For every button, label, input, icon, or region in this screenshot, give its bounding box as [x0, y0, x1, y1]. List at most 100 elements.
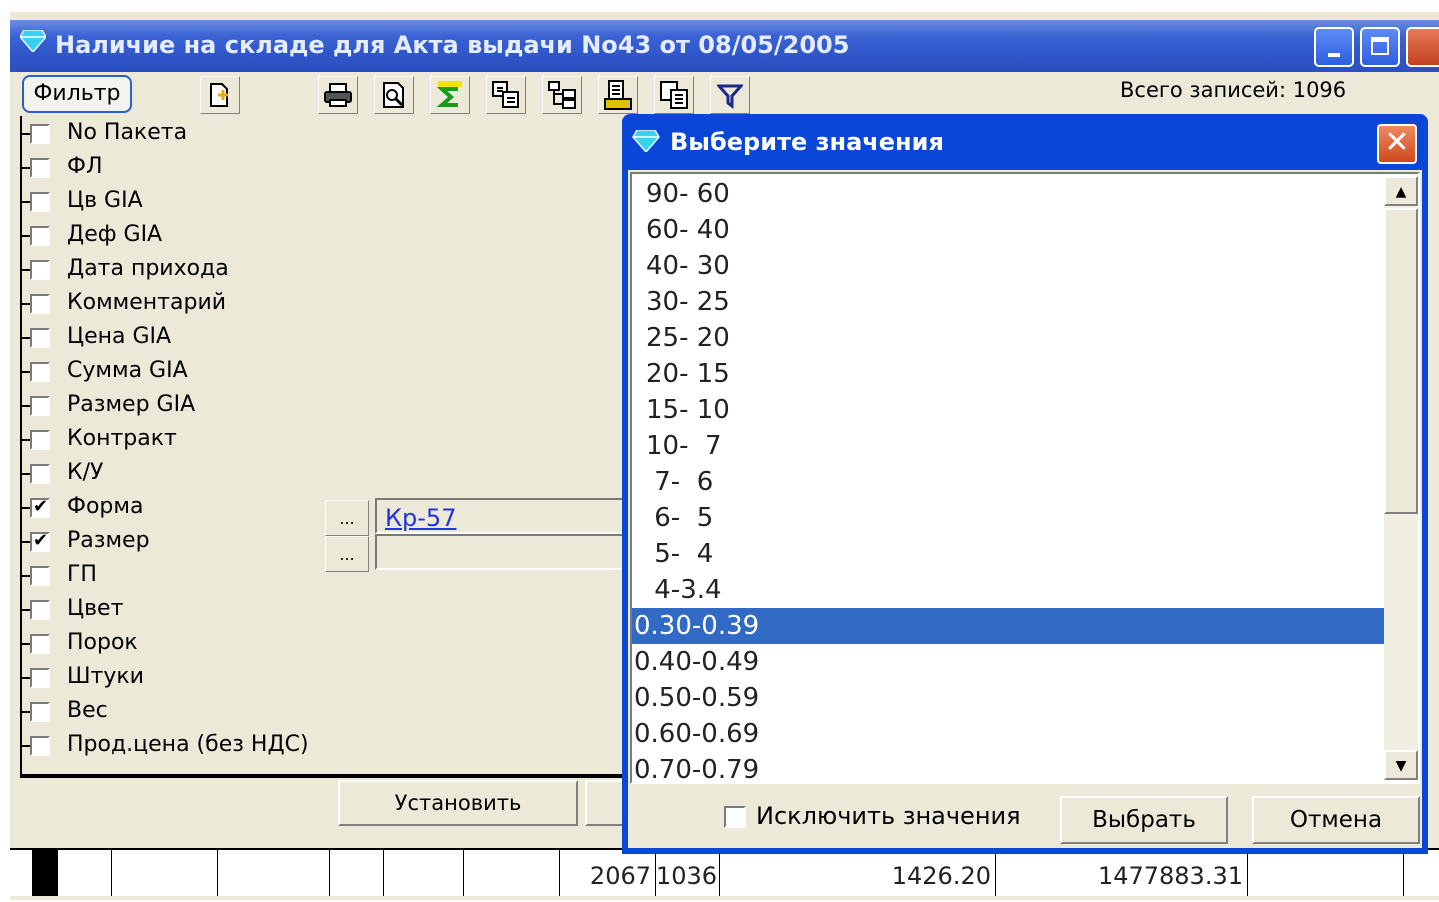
close-button[interactable]	[1406, 27, 1439, 67]
field-row[interactable]: Сумма GIA	[22, 354, 622, 388]
preview-icon[interactable]	[374, 76, 414, 114]
field-checkbox[interactable]	[30, 124, 50, 144]
list-item[interactable]: 90- 60	[632, 176, 1398, 212]
filter-funnel-icon[interactable]	[710, 76, 750, 114]
field-checkbox[interactable]	[30, 328, 50, 348]
field-label: Дата прихода	[67, 256, 229, 281]
field-checkbox[interactable]	[30, 158, 50, 178]
list-item[interactable]: 20- 15	[632, 356, 1398, 392]
field-row[interactable]: Деф GIA	[22, 218, 622, 252]
field-row[interactable]: К/У	[22, 456, 622, 490]
size-ellipsis-button[interactable]: ...	[325, 536, 369, 572]
field-label: Деф GIA	[67, 222, 163, 247]
field-checkbox[interactable]	[30, 668, 50, 688]
list-item[interactable]: 7- 6	[632, 464, 1398, 500]
list-item[interactable]: 0.60-0.69	[632, 716, 1386, 752]
app-diamond-icon	[20, 30, 46, 52]
filter-button[interactable]: Фильтр	[22, 75, 132, 113]
field-row[interactable]: ФЛ	[22, 150, 622, 184]
list-item[interactable]: 5- 4	[632, 536, 1398, 572]
field-row[interactable]: Цвет	[22, 592, 622, 626]
total-records-label: Всего записей: 1096	[1120, 78, 1347, 102]
dialog-close-button[interactable]: ✕	[1377, 124, 1417, 164]
shape-ellipsis-button[interactable]: ...	[325, 500, 369, 536]
field-checkbox[interactable]	[30, 566, 50, 586]
field-checkbox[interactable]	[30, 226, 50, 246]
field-row[interactable]: Штуки	[22, 660, 622, 694]
tree-tick	[22, 439, 30, 441]
list-item[interactable]: 0.40-0.49	[632, 644, 1386, 680]
list-item[interactable]: 6- 5	[632, 500, 1398, 536]
scroll-down-icon[interactable]: ▼	[1384, 750, 1418, 780]
field-checkbox[interactable]	[30, 496, 50, 518]
list-item-selected[interactable]: 0.30-0.39	[632, 608, 1386, 644]
field-label: Вес	[67, 698, 108, 723]
maximize-button[interactable]	[1360, 27, 1400, 67]
table-cell	[218, 850, 330, 896]
list-item[interactable]: 25- 20	[632, 320, 1398, 356]
field-checkbox[interactable]	[30, 464, 50, 484]
field-checkbox[interactable]	[30, 530, 50, 552]
exclude-label: Исключить значения	[756, 802, 1021, 830]
minimize-button[interactable]	[1314, 27, 1354, 67]
tree-icon[interactable]	[542, 76, 582, 114]
dialog-diamond-icon	[632, 130, 660, 152]
field-row[interactable]: Контракт	[22, 422, 622, 456]
cancel-button[interactable]: Отмена	[1252, 796, 1420, 844]
field-label: Форма	[67, 494, 144, 519]
field-checkbox[interactable]	[30, 600, 50, 620]
exclude-checkbox[interactable]	[724, 806, 746, 828]
field-row[interactable]: No Пакета	[22, 116, 622, 150]
sum-icon[interactable]	[430, 76, 470, 114]
field-checkbox[interactable]	[30, 396, 50, 416]
field-row[interactable]: Размер GIA	[22, 388, 622, 422]
list-item[interactable]: 15- 10	[632, 392, 1398, 428]
add-doc-icon[interactable]	[200, 76, 240, 114]
select-button[interactable]: Выбрать	[1060, 796, 1228, 844]
tree-tick	[22, 235, 30, 237]
value-list-scrollbar[interactable]: ▲ ▼	[1384, 176, 1418, 780]
print-icon[interactable]	[318, 76, 358, 114]
duplicate-icon[interactable]	[654, 76, 694, 114]
tree-tick	[22, 745, 30, 747]
tree-tick	[22, 337, 30, 339]
totals-row: 2067 1036 1426.20 1477883.31	[10, 848, 1439, 896]
total-pieces-cell: 1036	[656, 850, 720, 896]
field-row[interactable]: Вес	[22, 694, 622, 728]
size-value-field[interactable]	[375, 534, 625, 570]
field-checkbox[interactable]	[30, 736, 50, 756]
field-checkbox[interactable]	[30, 702, 50, 722]
field-checkbox[interactable]	[30, 260, 50, 280]
tree-tick	[22, 575, 30, 577]
field-label: Контракт	[67, 426, 177, 451]
field-checkbox[interactable]	[30, 362, 50, 382]
field-row[interactable]: Цв GIA	[22, 184, 622, 218]
list-item[interactable]: 30- 25	[632, 284, 1398, 320]
shape-value-field[interactable]: Кр-57	[375, 498, 625, 534]
field-row[interactable]: Комментарий	[22, 286, 622, 320]
field-row[interactable]: Цена GIA	[22, 320, 622, 354]
list-item[interactable]: 0.50-0.59	[632, 680, 1386, 716]
field-row[interactable]: Порок	[22, 626, 622, 660]
export-icon[interactable]	[486, 76, 526, 114]
list-item[interactable]: 60- 40	[632, 212, 1398, 248]
list-item[interactable]: 40- 30	[632, 248, 1398, 284]
field-checkbox[interactable]	[30, 294, 50, 314]
copy-icon[interactable]	[598, 76, 638, 114]
set-button[interactable]: Установить	[338, 780, 578, 826]
list-item[interactable]: 4-3.4	[632, 572, 1398, 608]
tree-tick	[22, 167, 30, 169]
field-checkbox[interactable]	[30, 430, 50, 450]
value-list[interactable]: 90- 60 60- 40 40- 30 30- 25 25- 20 20- 15 15- …	[630, 172, 1420, 784]
table-cell	[464, 850, 560, 896]
scroll-up-icon[interactable]: ▲	[1384, 176, 1418, 206]
total-count-cell: 2067	[560, 850, 656, 896]
field-row[interactable]: Дата прихода	[22, 252, 622, 286]
list-item[interactable]: 0.70-0.79	[632, 752, 1386, 782]
field-checkbox[interactable]	[30, 634, 50, 654]
scroll-thumb[interactable]	[1384, 208, 1418, 514]
hidden-button[interactable]	[585, 780, 625, 826]
field-row[interactable]: Прод.цена (без НДС)	[22, 728, 622, 762]
list-item[interactable]: 10- 7	[632, 428, 1398, 464]
field-checkbox[interactable]	[30, 192, 50, 212]
